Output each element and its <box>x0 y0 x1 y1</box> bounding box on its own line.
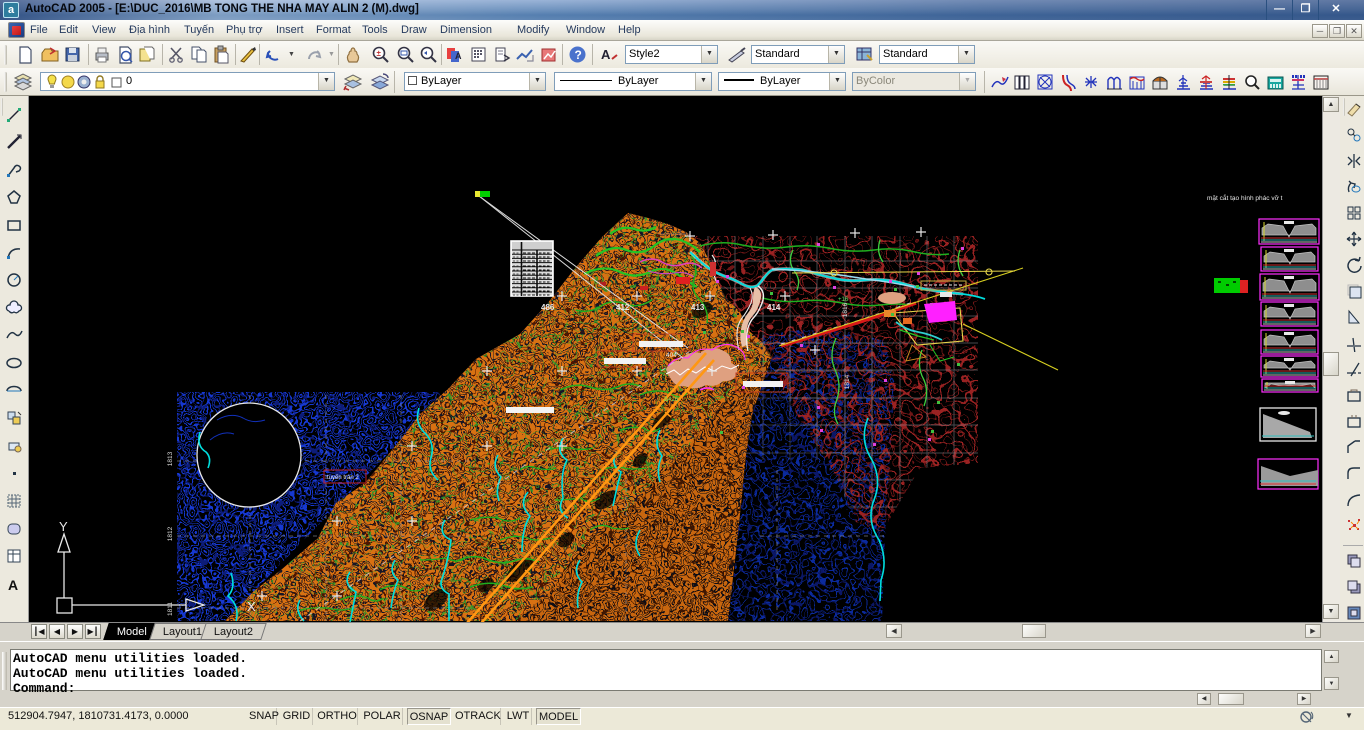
svg-text:1813: 1813 <box>167 451 174 466</box>
svg-text:404: 404 <box>666 352 677 359</box>
svg-text:414: 414 <box>767 303 781 312</box>
svg-text:+16: +16 <box>838 297 849 303</box>
svg-text:?: ? <box>575 48 582 62</box>
svg-text:A: A <box>8 577 18 593</box>
svg-text:A: A <box>455 51 462 61</box>
svg-text:486: 486 <box>541 303 555 312</box>
svg-text:412: 412 <box>616 303 630 312</box>
svg-text:1812: 1812 <box>167 526 174 541</box>
svg-text:Δ416: Δ416 <box>664 397 679 403</box>
svg-text:1816: 1816 <box>842 302 849 317</box>
svg-text:A: A <box>601 47 611 62</box>
svg-text:Y: Y <box>59 519 68 534</box>
svg-text:tuyến tràn 2: tuyến tràn 2 <box>327 475 359 481</box>
svg-text:X: X <box>247 599 256 614</box>
svg-text:±: ± <box>377 49 382 58</box>
svg-text:1811: 1811 <box>167 602 174 616</box>
svg-text:1814: 1814 <box>844 374 851 389</box>
svg-text:413: 413 <box>691 303 705 312</box>
svg-text:mặt cắt tạo hình phác vỡ t: mặt cắt tạo hình phác vỡ t <box>1207 193 1283 202</box>
